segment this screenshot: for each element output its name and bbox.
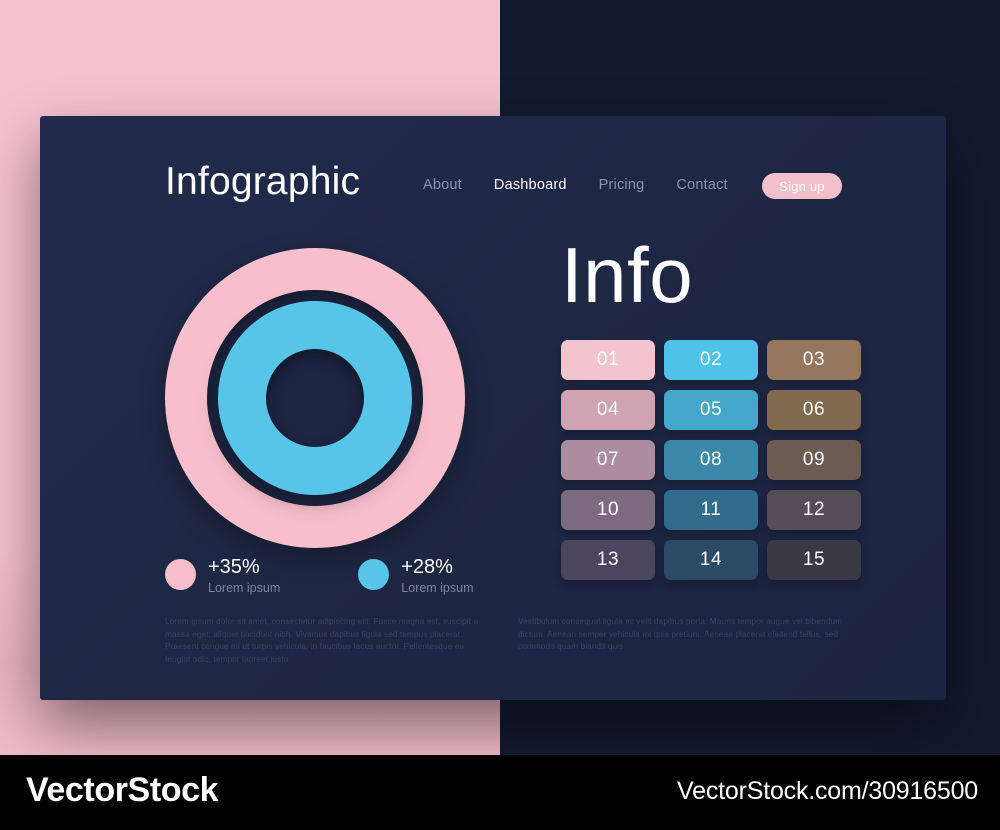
number-tile-10[interactable]: 10 <box>561 490 655 530</box>
screenshot-stage: Infographic About Dashboard Pricing Contact… <box>0 0 1000 830</box>
left-paragraph: Lorem ipsum dolor sit amet, consectetur … <box>165 617 479 664</box>
number-tile-14[interactable]: 14 <box>664 540 758 580</box>
ring-center-hole <box>266 349 364 447</box>
number-tile-15[interactable]: 15 <box>767 540 861 580</box>
nav-link-pricing[interactable]: Pricing <box>599 177 645 193</box>
legend-dot-icon <box>358 559 390 590</box>
brand-logo[interactable]: Infographic <box>165 160 360 204</box>
number-tile-09[interactable]: 09 <box>767 440 861 480</box>
nav-link-about[interactable]: About <box>423 177 462 193</box>
number-tile-05[interactable]: 05 <box>664 390 758 430</box>
legend-value: +35% <box>208 556 260 578</box>
donut-chart <box>165 248 465 548</box>
number-tile-08[interactable]: 08 <box>664 440 758 480</box>
number-tile-13[interactable]: 13 <box>561 540 655 580</box>
sign-up-button[interactable]: Sign up <box>762 173 842 199</box>
number-tile-12[interactable]: 12 <box>767 490 861 530</box>
legend-dot-icon <box>165 559 196 590</box>
legend-value: +28% <box>401 556 453 578</box>
legend-item: +35% Lorem ipsum <box>165 556 280 598</box>
number-tile-01[interactable]: 01 <box>561 340 655 380</box>
vectorstock-logo: VectorStock <box>26 771 219 809</box>
nav-links: About Dashboard Pricing Contact <box>423 177 728 193</box>
legend-item: +28% Lorem ipsum <box>358 556 474 598</box>
number-tile-07[interactable]: 07 <box>561 440 655 480</box>
vectorstock-url: VectorStock.com/30916500 <box>677 777 978 805</box>
top-navigation: Infographic About Dashboard Pricing Contact… <box>40 116 946 246</box>
right-paragraph: Vestibulum consequat ligula ac velit dap… <box>518 617 843 651</box>
number-tile-03[interactable]: 03 <box>767 340 861 380</box>
chart-legend: +35% Lorem ipsum +28% Lorem ipsum <box>165 556 525 598</box>
number-tile-02[interactable]: 02 <box>664 340 758 380</box>
legend-caption: Lorem ipsum <box>401 581 474 595</box>
number-tile-11[interactable]: 11 <box>664 490 758 530</box>
nav-link-contact[interactable]: Contact <box>676 177 727 193</box>
number-tile-grid: 01 02 03 04 05 06 07 08 09 10 11 12 13 14 15 <box>561 340 861 580</box>
nav-link-dashboard[interactable]: Dashboard <box>494 177 567 193</box>
number-tile-04[interactable]: 04 <box>561 390 655 430</box>
legend-caption: Lorem ipsum <box>208 581 281 595</box>
number-tile-06[interactable]: 06 <box>767 390 861 430</box>
dashboard-card: Infographic About Dashboard Pricing Contact… <box>40 116 946 700</box>
watermark-footer: VectorStock VectorStock.com/30916500 <box>0 755 1000 830</box>
info-heading: Info <box>561 231 694 319</box>
